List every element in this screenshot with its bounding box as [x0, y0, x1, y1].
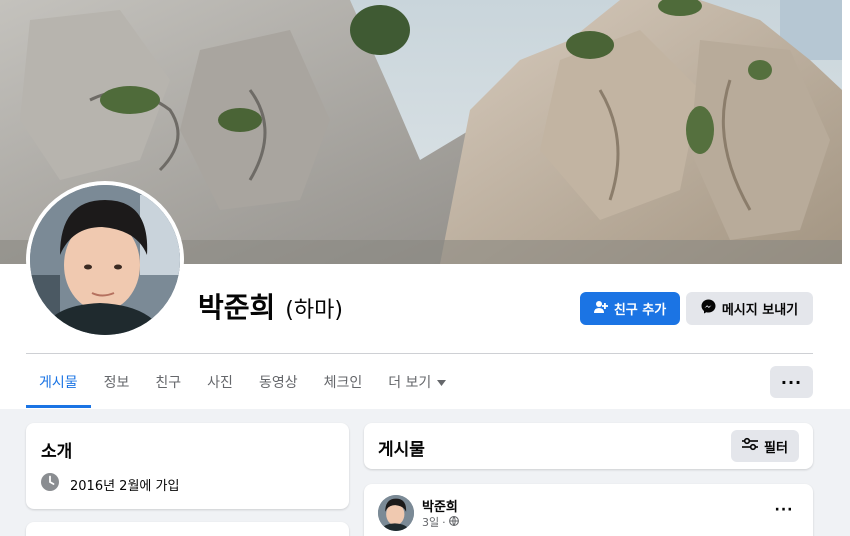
tab-label: 동영상 — [258, 375, 298, 391]
tab-more[interactable]: 더 보기 — [375, 356, 459, 408]
tab-checkins[interactable]: 체크인 — [311, 356, 376, 408]
add-friend-label: 친구 추가 — [613, 303, 667, 318]
globe-icon — [448, 515, 459, 529]
meta-dot: · — [442, 515, 446, 529]
tab-friends[interactable]: 친구 — [142, 356, 194, 408]
profile-header: 박준희 (하마) 친구 추가 메시지 보내기 게시물 정보 친구 사진 동영상 … — [0, 0, 850, 409]
profile-name-row: 박준희 (하마) — [198, 286, 343, 326]
avatar-photo — [30, 185, 180, 335]
filter-label: 필터 — [764, 440, 788, 456]
intro-title: 소개 — [41, 442, 73, 462]
more-dots-icon: ··· — [780, 372, 803, 392]
post-card: 박준희 3일 · ··· — [364, 484, 813, 536]
next-card — [26, 522, 349, 536]
joined-text: 2016년 2월에 가입 — [70, 478, 180, 494]
header-divider — [26, 353, 813, 354]
post-options-button[interactable]: ··· — [769, 498, 799, 522]
profile-tabs: 게시물 정보 친구 사진 동영상 체크인 더 보기 — [26, 356, 459, 408]
tab-about[interactable]: 정보 — [91, 356, 143, 408]
tab-label: 체크인 — [323, 375, 363, 391]
add-friend-icon — [593, 300, 608, 318]
tab-label: 게시물 — [39, 375, 78, 391]
tab-posts[interactable]: 게시물 — [26, 356, 91, 408]
more-dots-icon: ··· — [774, 502, 794, 518]
profile-avatar[interactable] — [26, 181, 184, 339]
filter-sliders-icon — [742, 437, 759, 455]
send-message-button[interactable]: 메시지 보내기 — [686, 292, 813, 325]
intro-card: 소개 2016년 2월에 가입 — [26, 423, 349, 509]
tab-photos[interactable]: 사진 — [194, 356, 246, 408]
post-author-avatar[interactable] — [378, 495, 414, 531]
clock-icon — [40, 472, 60, 496]
caret-down-icon — [437, 374, 447, 390]
tab-label: 더 보기 — [388, 375, 432, 391]
add-friend-button[interactable]: 친구 추가 — [580, 292, 680, 325]
tab-videos[interactable]: 동영상 — [246, 356, 311, 408]
joined-row: 2016년 2월에 가입 — [40, 472, 179, 496]
tab-label: 정보 — [103, 375, 130, 391]
profile-nickname: (하마) — [285, 298, 343, 323]
profile-more-button[interactable]: ··· — [770, 366, 813, 398]
filter-button[interactable]: 필터 — [731, 430, 799, 462]
posts-title: 게시물 — [378, 440, 425, 460]
messenger-icon — [701, 299, 716, 318]
post-time[interactable]: 3일 — [422, 514, 439, 530]
tab-label: 친구 — [155, 375, 182, 391]
post-author-name[interactable]: 박준희 — [422, 496, 458, 515]
post-meta: 3일 · — [422, 514, 459, 530]
send-message-label: 메시지 보내기 — [721, 303, 799, 318]
tab-label: 사진 — [207, 375, 233, 391]
posts-header-card: 게시물 필터 — [364, 423, 813, 469]
profile-name: 박준희 — [198, 291, 276, 324]
